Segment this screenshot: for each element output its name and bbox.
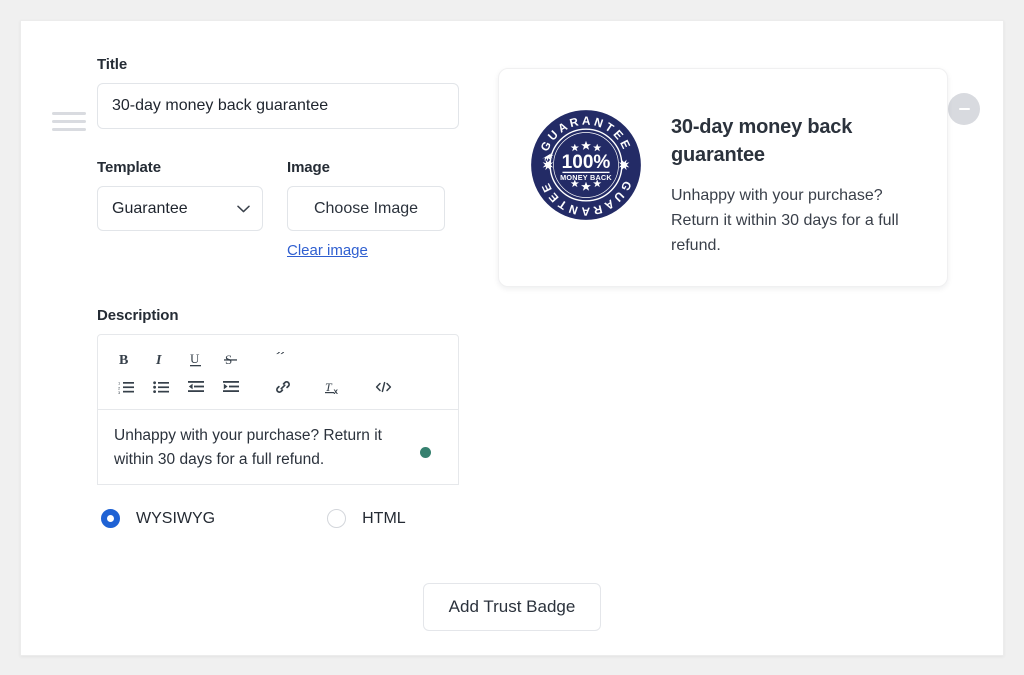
preview-description: Unhappy with your purchase? Return it wi…: [671, 187, 899, 254]
description-field: Description B I U ” 1 2 3 T x Unhappy wi…: [97, 307, 477, 528]
template-select-value: Guarantee: [112, 199, 188, 217]
radio-wysiwyg-mark: [101, 509, 120, 528]
svg-text:T: T: [325, 380, 333, 394]
template-select-wrap: Guarantee: [97, 186, 263, 231]
clear-formatting-icon[interactable]: T x: [319, 374, 347, 400]
image-field: Image Choose Image Clear image: [287, 159, 445, 260]
footer-actions: Add Trust Badge: [21, 583, 1003, 631]
trust-badge-editor-card: Title Template Guarantee Image Choose Im…: [20, 20, 1004, 656]
image-label: Image: [287, 159, 330, 176]
strikethrough-icon[interactable]: S: [217, 346, 245, 372]
editor-toolbar: B I U ” 1 2 3 T x: [97, 334, 459, 410]
add-trust-badge-button[interactable]: Add Trust Badge: [422, 583, 602, 631]
title-input[interactable]: [97, 83, 459, 129]
underline-icon[interactable]: U: [182, 346, 210, 372]
drag-handle-line: [52, 111, 86, 115]
link-icon[interactable]: [269, 374, 297, 400]
svg-text:I: I: [155, 353, 162, 367]
radio-html-mark: [327, 509, 347, 528]
radio-wysiwyg-label: WYSIWYG: [136, 509, 216, 527]
svg-text:B: B: [119, 353, 128, 367]
editor-mode-radio-group: WYSIWYG HTML: [97, 509, 477, 528]
unordered-list-icon[interactable]: [147, 374, 175, 400]
bold-icon[interactable]: B: [112, 346, 140, 372]
indent-icon[interactable]: [217, 374, 245, 400]
template-field: Template Guarantee: [97, 159, 263, 260]
preview-text-block: 30-day money back guarantee Unhappy with…: [671, 91, 923, 258]
editor-toolbar-row-2: 1 2 3 T x: [112, 373, 444, 401]
svg-text:x: x: [333, 387, 338, 395]
svg-text:”: ”: [276, 352, 286, 366]
radio-html-label: HTML: [362, 509, 406, 527]
svg-text:U: U: [190, 352, 200, 366]
blockquote-icon[interactable]: ”: [269, 346, 297, 372]
template-select[interactable]: Guarantee: [97, 186, 263, 231]
choose-image-button[interactable]: Choose Image: [287, 186, 445, 231]
clear-image-link[interactable]: Clear image: [287, 242, 368, 259]
code-icon[interactable]: [369, 374, 397, 400]
description-text: Unhappy with your purchase? Return it wi…: [114, 427, 382, 468]
radio-html[interactable]: HTML: [327, 509, 406, 528]
template-image-row: Template Guarantee Image Choose Image Cl…: [97, 159, 477, 260]
drag-handle-icon[interactable]: [52, 104, 86, 138]
description-editor-body[interactable]: Unhappy with your purchase? Return it wi…: [97, 410, 459, 485]
description-label: Description: [97, 307, 179, 324]
drag-handle-line: [52, 119, 86, 123]
title-label: Title: [97, 56, 128, 73]
italic-icon[interactable]: I: [147, 346, 175, 372]
preview-title: 30-day money back guarantee: [671, 116, 853, 166]
svg-text:3: 3: [118, 390, 121, 394]
badge-form: Title Template Guarantee Image Choose Im…: [97, 56, 477, 528]
status-dot: [420, 447, 431, 458]
outdent-icon[interactable]: [182, 374, 210, 400]
chevron-down-icon: [237, 205, 250, 212]
template-label: Template: [97, 159, 161, 176]
remove-badge-button[interactable]: [948, 93, 980, 125]
svg-text:MONEY BACK: MONEY BACK: [560, 173, 612, 182]
drag-handle-line: [52, 127, 86, 131]
svg-text:100%: 100%: [562, 152, 611, 173]
minus-icon: [958, 108, 970, 110]
editor-toolbar-row-1: B I U ”: [112, 345, 444, 373]
money-back-guarantee-badge: GUARANTEE GUARANTEE 100% MONEY BACK: [531, 110, 641, 220]
radio-wysiwyg[interactable]: WYSIWYG: [101, 509, 215, 528]
badge-preview-card: GUARANTEE GUARANTEE 100% MONEY BACK 30-d…: [498, 68, 948, 287]
ordered-list-icon[interactable]: 1 2 3: [112, 374, 140, 400]
